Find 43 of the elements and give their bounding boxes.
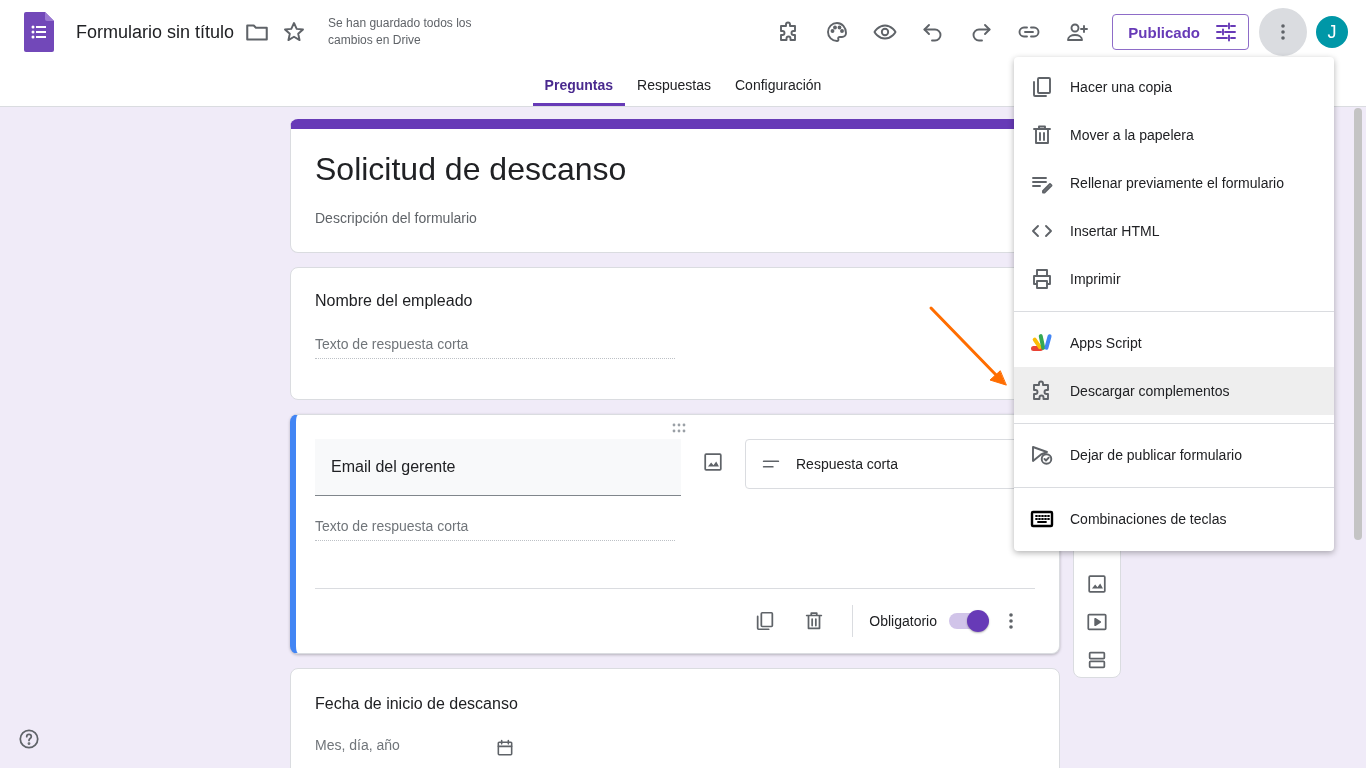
menu-item[interactable]: Combinaciones de teclas	[1014, 495, 1334, 543]
document-title[interactable]: Formulario sin título	[76, 21, 235, 43]
menu-item[interactable]: Rellenar previamente el formulario	[1014, 159, 1334, 207]
menu-item[interactable]: Apps Script	[1014, 319, 1334, 367]
scrollbar[interactable]	[1354, 108, 1362, 540]
drag-handle-icon[interactable]	[671, 423, 687, 433]
unpublish-icon	[1030, 443, 1054, 467]
sliders-icon	[1214, 20, 1238, 44]
more-icon[interactable]	[1009, 613, 1013, 629]
star-icon[interactable]	[282, 20, 307, 44]
form-title[interactable]: Solicitud de descanso	[315, 151, 627, 188]
menu-item[interactable]: Imprimir	[1014, 255, 1334, 303]
tab[interactable]: Respuestas	[625, 67, 723, 106]
palette-icon[interactable]	[825, 20, 850, 44]
forms-logo-icon[interactable]	[24, 12, 54, 52]
image-icon[interactable]	[702, 451, 724, 473]
calendar-icon[interactable]	[495, 738, 515, 758]
save-status: Se han guardado todos los cambios en Drive	[328, 15, 473, 49]
date-field[interactable]: Mes, día, año	[315, 737, 495, 759]
required-label: Obligatorio	[869, 613, 937, 629]
video-icon[interactable]	[1086, 611, 1108, 633]
section-icon[interactable]	[1086, 649, 1108, 671]
question-title-field[interactable]: Email del gerente	[315, 439, 681, 496]
published-button[interactable]: Publicado	[1112, 14, 1249, 50]
menu-item[interactable]: Insertar HTML	[1014, 207, 1334, 255]
image-icon[interactable]	[1086, 573, 1108, 595]
answer-field: Texto de respuesta corta	[315, 518, 675, 541]
answer-field: Texto de respuesta corta	[315, 336, 675, 359]
menu-item[interactable]: Mover a la papelera	[1014, 111, 1334, 159]
menu-item[interactable]: Descargar complementos	[1014, 367, 1334, 415]
trash-icon	[1030, 123, 1054, 147]
required-toggle[interactable]	[949, 613, 987, 629]
copy-icon	[1030, 75, 1054, 99]
printer-icon	[1030, 267, 1054, 291]
tab[interactable]: Configuración	[723, 67, 834, 106]
question-title[interactable]: Fecha de inicio de descanso	[315, 695, 518, 713]
menu-item[interactable]: Hacer una copia	[1014, 63, 1334, 111]
help-icon[interactable]	[18, 728, 40, 750]
form-description[interactable]: Descripción del formulario	[315, 210, 477, 226]
more-icon	[1281, 24, 1285, 40]
question-title[interactable]: Nombre del empleado	[315, 292, 473, 310]
tab[interactable]: Preguntas	[532, 67, 626, 106]
user-avatar[interactable]: J	[1316, 16, 1348, 48]
